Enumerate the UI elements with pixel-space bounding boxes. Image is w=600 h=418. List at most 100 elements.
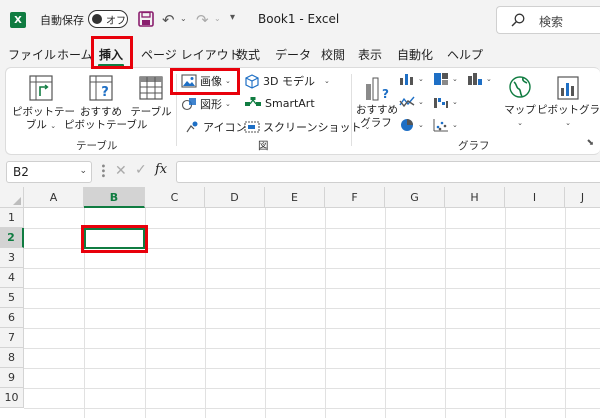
tab-help[interactable]: ヘルプ bbox=[447, 46, 483, 63]
row-header[interactable]: 2 bbox=[0, 228, 24, 248]
hierarchy-chart-button[interactable]: ⌄ bbox=[433, 72, 458, 86]
dialog-launcher-icon[interactable]: ⬊ bbox=[586, 138, 594, 148]
redo-icon[interactable]: ↷ bbox=[196, 11, 209, 29]
pivot-table-button[interactable]: ピボットテー ブル ⌄ bbox=[12, 74, 75, 133]
recommended-pivot-icon: ? bbox=[88, 74, 114, 102]
group-label-charts: グラフ bbox=[458, 140, 490, 152]
column-header[interactable]: J bbox=[565, 187, 600, 208]
smartart-button[interactable]: SmartArt bbox=[244, 96, 315, 110]
gridline bbox=[265, 208, 266, 418]
column-header[interactable]: A bbox=[24, 187, 84, 208]
column-header[interactable]: E bbox=[265, 187, 325, 208]
statistic-chart-button[interactable]: ⌄ bbox=[467, 72, 492, 86]
tab-review[interactable]: 校閲 bbox=[321, 46, 345, 63]
row-header[interactable]: 4 bbox=[0, 268, 24, 288]
recommended-charts-label-2: グラフ bbox=[360, 117, 392, 129]
search-box[interactable]: 検索 bbox=[496, 6, 600, 34]
undo-icon[interactable]: ↶ bbox=[162, 11, 175, 29]
row-header[interactable]: 5 bbox=[0, 288, 24, 308]
tab-data[interactable]: データ bbox=[275, 46, 311, 63]
row-header[interactable]: 10 bbox=[0, 388, 24, 408]
recommended-pivot-button[interactable]: ? おすすめ ピボットテーブル bbox=[64, 74, 147, 132]
highlight-pictures-button bbox=[170, 68, 240, 95]
name-box-value: B2 bbox=[13, 165, 29, 179]
redo-dropdown-icon[interactable]: ⌄ bbox=[214, 14, 221, 23]
formula-bar-resize-handle[interactable]: ••• bbox=[97, 163, 108, 178]
ribbon: ピボットテー ブル ⌄ ? おすすめ ピボットテーブル テーブル テーブル 画像… bbox=[5, 67, 600, 155]
insert-function-button[interactable]: fx bbox=[155, 162, 167, 177]
gridline bbox=[205, 208, 206, 418]
screenshot-label: スクリーンショット bbox=[263, 121, 362, 134]
cancel-entry-icon[interactable]: ✕ bbox=[115, 163, 127, 179]
shapes-icon bbox=[181, 97, 197, 111]
gridline bbox=[565, 208, 566, 418]
group-separator bbox=[351, 74, 352, 146]
maps-button[interactable]: マップ ⌄ bbox=[503, 74, 537, 130]
name-box-dropdown-icon[interactable]: ⌄ bbox=[79, 166, 87, 176]
excel-logo-icon: X bbox=[10, 12, 26, 28]
row-header[interactable]: 7 bbox=[0, 328, 24, 348]
row-header[interactable]: 9 bbox=[0, 368, 24, 388]
column-header[interactable]: G bbox=[385, 187, 445, 208]
column-header[interactable]: F bbox=[325, 187, 385, 208]
globe-icon bbox=[508, 74, 532, 102]
3d-models-label: 3D モデル bbox=[263, 75, 315, 88]
pie-chart-icon bbox=[399, 118, 415, 132]
worksheet-grid[interactable]: A B C D E F G H I J 1 2 3 4 5 6 7 8 9 10 bbox=[0, 187, 600, 418]
waterfall-chart-icon bbox=[433, 95, 449, 109]
gridline bbox=[24, 268, 600, 269]
pivot-chart-dropdown-icon: ⌄ bbox=[565, 119, 571, 127]
tab-home[interactable]: ホーム bbox=[57, 46, 93, 63]
column-chart-button[interactable]: ⌄ bbox=[399, 72, 424, 86]
line-chart-icon bbox=[399, 95, 415, 109]
undo-dropdown-icon[interactable]: ⌄ bbox=[180, 14, 187, 23]
waterfall-chart-button[interactable]: ⌄ bbox=[433, 95, 458, 109]
tab-page-layout[interactable]: ページ レイアウト bbox=[141, 46, 241, 63]
customize-qat-icon[interactable]: ▾ bbox=[230, 12, 235, 23]
icons-button[interactable]: アイコン bbox=[184, 119, 246, 135]
search-placeholder: 検索 bbox=[539, 15, 564, 29]
icons-icon bbox=[184, 120, 200, 134]
column-header[interactable]: B bbox=[84, 187, 145, 208]
recommended-charts-button[interactable]: ? おすすめ グラフ bbox=[356, 74, 398, 130]
group-label-illustrations: 図 bbox=[258, 140, 269, 152]
row-header[interactable]: 8 bbox=[0, 348, 24, 368]
scatter-chart-button[interactable]: ⌄ bbox=[433, 118, 458, 132]
3d-models-button[interactable]: 3D モデル ⌄ bbox=[244, 73, 330, 89]
select-all-button[interactable] bbox=[0, 187, 24, 208]
row-header[interactable]: 6 bbox=[0, 308, 24, 328]
gridline bbox=[24, 368, 600, 369]
row-header[interactable]: 3 bbox=[0, 248, 24, 268]
svg-text:?: ? bbox=[101, 85, 109, 100]
table-button[interactable]: テーブル bbox=[130, 74, 172, 119]
column-header[interactable]: D bbox=[205, 187, 265, 208]
column-header[interactable]: C bbox=[145, 187, 205, 208]
confirm-entry-icon[interactable]: ✓ bbox=[135, 162, 147, 178]
shapes-button[interactable]: 図形 ⌄ bbox=[181, 96, 231, 112]
tab-automate[interactable]: 自動化 bbox=[397, 46, 433, 63]
tab-formulas[interactable]: 数式 bbox=[236, 46, 260, 63]
gridline bbox=[24, 388, 600, 389]
pie-chart-button[interactable]: ⌄ bbox=[399, 118, 424, 132]
pivot-chart-icon bbox=[555, 74, 581, 102]
gridline bbox=[24, 328, 600, 329]
pivot-chart-label: ピボットグラフ bbox=[537, 104, 600, 116]
pivot-chart-button[interactable]: ピボットグラフ ⌄ bbox=[537, 74, 600, 130]
group-label-table: テーブル bbox=[76, 140, 118, 152]
row-header[interactable]: 1 bbox=[0, 208, 24, 228]
name-box[interactable]: B2 ⌄ bbox=[6, 161, 92, 183]
maps-label: マップ bbox=[504, 104, 536, 116]
column-header[interactable]: H bbox=[445, 187, 505, 208]
tab-view[interactable]: 表示 bbox=[358, 46, 382, 63]
save-icon[interactable] bbox=[138, 11, 154, 27]
autosave-toggle[interactable]: オフ bbox=[88, 10, 128, 28]
icons-label: アイコン bbox=[203, 121, 247, 134]
smartart-label: SmartArt bbox=[265, 96, 315, 110]
formula-input[interactable] bbox=[176, 161, 600, 183]
column-header[interactable]: I bbox=[505, 187, 565, 208]
line-chart-button[interactable]: ⌄ bbox=[399, 95, 424, 109]
maps-dropdown-icon: ⌄ bbox=[517, 119, 523, 127]
svg-text:?: ? bbox=[382, 87, 389, 101]
pivot-table-label-1: ピボットテー bbox=[12, 106, 75, 118]
tab-file[interactable]: ファイル bbox=[8, 46, 56, 63]
